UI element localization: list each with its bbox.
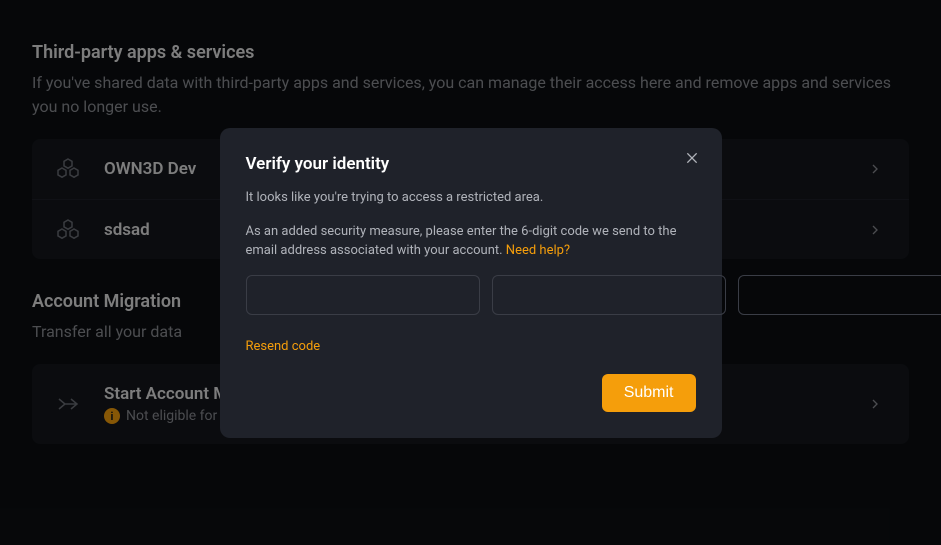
otp-digit-1[interactable] xyxy=(246,275,480,315)
submit-button[interactable]: Submit xyxy=(602,374,696,412)
otp-input-group xyxy=(246,275,696,315)
need-help-link[interactable]: Need help? xyxy=(506,243,570,258)
modal-overlay[interactable]: Verify your identity It looks like you'r… xyxy=(0,0,941,545)
modal-intro-text: It looks like you're trying to access a … xyxy=(246,188,696,208)
modal-title: Verify your identity xyxy=(246,154,696,174)
verify-identity-modal: Verify your identity It looks like you'r… xyxy=(220,128,722,438)
modal-instruction-text: As an added security measure, please ent… xyxy=(246,222,696,261)
otp-digit-2[interactable] xyxy=(492,275,726,315)
otp-digit-3[interactable] xyxy=(738,275,941,315)
close-icon xyxy=(684,150,700,166)
resend-code-link[interactable]: Resend code xyxy=(246,339,321,354)
close-button[interactable] xyxy=(680,146,704,170)
